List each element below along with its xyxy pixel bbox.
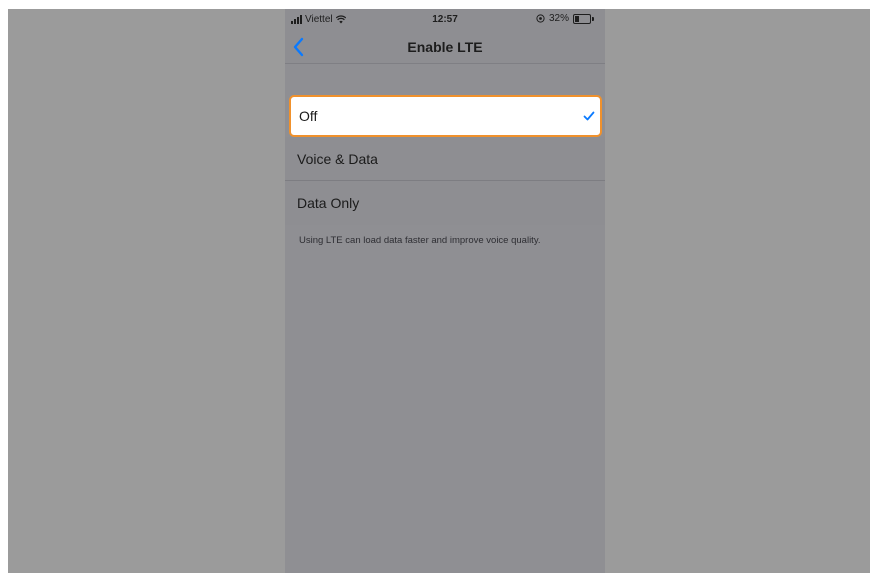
- battery-icon: [573, 13, 594, 24]
- lte-options-list: Off Voice & Data Data Only: [285, 95, 605, 225]
- battery-fill: [575, 15, 579, 22]
- navigation-bar: Enable LTE: [285, 31, 605, 64]
- status-right: 32%: [536, 13, 594, 24]
- option-label: Off: [299, 108, 318, 124]
- checkmark-icon: [583, 111, 595, 121]
- option-label: Voice & Data: [297, 151, 378, 167]
- battery-percent: 32%: [548, 13, 569, 24]
- footer-note: Using LTE can load data faster and impro…: [299, 235, 541, 246]
- status-bar: Viettel 12:57 32%: [285, 9, 605, 31]
- option-off[interactable]: Off: [289, 95, 602, 137]
- phone-screen: Viettel 12:57 32% Enable LTE Off Voice &…: [285, 9, 605, 573]
- orientation-lock-icon: [536, 14, 545, 23]
- page-title: Enable LTE: [407, 39, 483, 55]
- option-data-only[interactable]: Data Only: [285, 181, 605, 225]
- option-label: Data Only: [297, 195, 360, 211]
- option-voice-and-data[interactable]: Voice & Data: [285, 137, 605, 181]
